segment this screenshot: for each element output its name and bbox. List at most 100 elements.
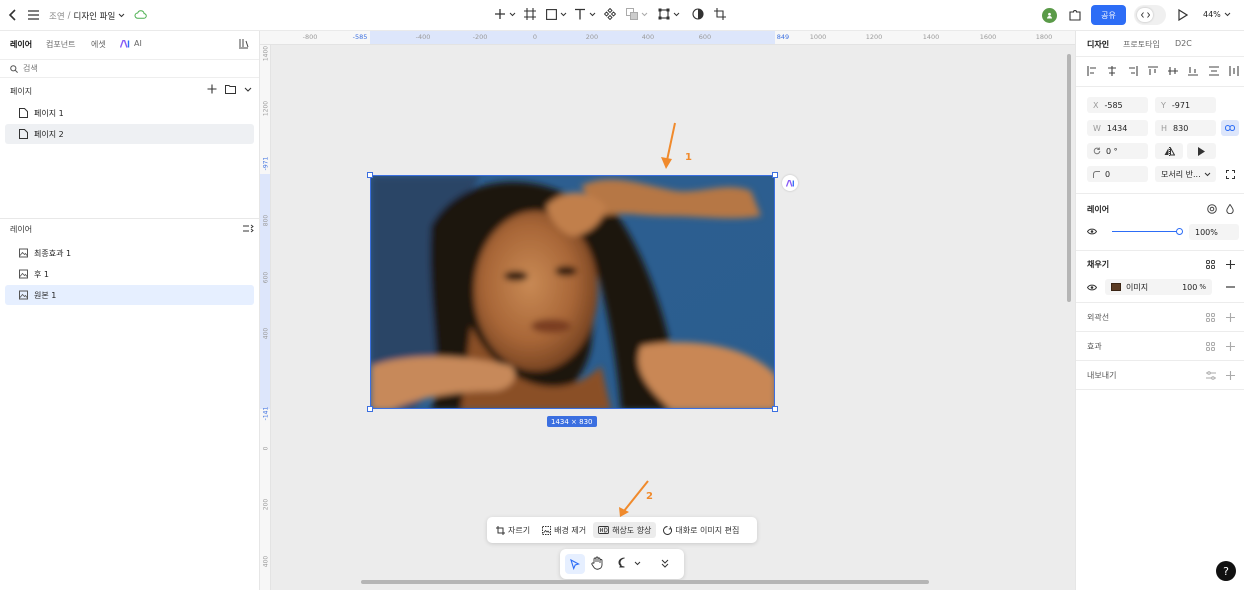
tab-design[interactable]: 디자인: [1087, 39, 1109, 50]
tab-layers[interactable]: 레이어: [10, 39, 32, 50]
remove-background-button[interactable]: 배경 제거: [537, 522, 591, 538]
y-field[interactable]: Y -971: [1155, 97, 1216, 113]
align-vertical-center-icon[interactable]: [1168, 66, 1179, 76]
back-chevron-icon[interactable]: [6, 8, 20, 22]
add-export-icon[interactable]: [1226, 371, 1235, 380]
flip-vertical-button[interactable]: [1187, 143, 1216, 159]
chat-edit-button[interactable]: 대화로 이미지 편집: [658, 522, 744, 538]
resize-handle[interactable]: [772, 172, 778, 178]
distribute-vertical-icon[interactable]: [1208, 66, 1219, 76]
x-field[interactable]: X -585: [1087, 97, 1148, 113]
canvas[interactable]: -800 -585 -400 -200 0 200 400 600 849 10…: [260, 31, 1075, 590]
chevron-down-icon[interactable]: [244, 86, 252, 96]
tab-components[interactable]: 컴포넌트: [46, 39, 75, 50]
resize-handle[interactable]: [367, 172, 373, 178]
ellipse-icon[interactable]: [692, 8, 714, 20]
height-field[interactable]: H 830: [1155, 120, 1216, 136]
flip-horizontal-button[interactable]: [1155, 143, 1183, 159]
tab-ai[interactable]: AI: [120, 39, 142, 48]
search-input[interactable]: [23, 64, 223, 73]
rotation-field[interactable]: 0 °: [1087, 143, 1148, 159]
page-item[interactable]: 페이지 2: [5, 124, 254, 144]
comment-tool-button[interactable]: [618, 557, 641, 569]
style-grid-icon[interactable]: [1206, 342, 1215, 351]
independent-corners-icon[interactable]: [1226, 170, 1235, 179]
text-tool-icon[interactable]: [574, 8, 604, 20]
add-fill-icon[interactable]: [1226, 260, 1235, 269]
eye-icon[interactable]: [1087, 228, 1097, 235]
blend-mode-icon[interactable]: [1207, 204, 1217, 214]
library-icon[interactable]: [238, 38, 249, 52]
eye-icon[interactable]: [1087, 284, 1097, 291]
search-bar[interactable]: [0, 59, 259, 78]
selected-image-frame[interactable]: [370, 175, 775, 409]
ai-edit-badge[interactable]: [782, 175, 798, 191]
page-label: 페이지 2: [34, 129, 64, 139]
boolean-icon[interactable]: [626, 8, 658, 20]
resize-handle[interactable]: [772, 406, 778, 412]
avatar[interactable]: [1042, 8, 1057, 23]
distribute-horizontal-icon[interactable]: [1229, 66, 1239, 76]
opacity-slider-thumb[interactable]: [1176, 228, 1183, 235]
tab-assets[interactable]: 에셋: [91, 39, 106, 50]
style-grid-icon[interactable]: [1206, 313, 1215, 322]
layer-item-selected[interactable]: 원본 1: [5, 285, 254, 305]
corner-radius-field[interactable]: 0: [1087, 166, 1148, 182]
folder-icon[interactable]: [225, 84, 236, 97]
component-icon[interactable]: [604, 8, 626, 20]
add-stroke-icon[interactable]: [1226, 313, 1235, 322]
horizontal-scrollbar[interactable]: [361, 580, 929, 584]
page-item[interactable]: 페이지 1: [5, 103, 254, 123]
constrain-proportions-button[interactable]: [1221, 120, 1239, 136]
layer-section-title: 레이어: [1087, 205, 1110, 214]
crop-button[interactable]: 자르기: [491, 522, 535, 538]
play-icon[interactable]: [1176, 8, 1190, 22]
add-page-icon[interactable]: [207, 84, 217, 97]
upscale-button[interactable]: 해상도 향상: [593, 522, 657, 538]
share-button[interactable]: 공유: [1091, 5, 1126, 25]
ruler-tick: 1200: [262, 100, 270, 117]
align-left-icon[interactable]: [1087, 66, 1097, 76]
remove-background-icon: [542, 525, 552, 535]
breadcrumb-parent[interactable]: 조연: [49, 10, 65, 22]
style-grid-icon[interactable]: [1206, 260, 1215, 269]
layer-item[interactable]: 후 1: [5, 264, 254, 284]
layer-item[interactable]: 최종효과 1: [5, 243, 254, 263]
opacity-field[interactable]: 100%: [1189, 224, 1239, 240]
crop-icon[interactable]: [714, 8, 736, 20]
rectangle-tool-icon[interactable]: [546, 8, 574, 20]
move-tool-button[interactable]: [565, 554, 585, 574]
menu-icon[interactable]: [27, 8, 39, 22]
mask-icon[interactable]: [658, 8, 692, 20]
ruler-tick: 400: [262, 327, 270, 340]
remove-fill-icon[interactable]: [1226, 286, 1235, 288]
ruler-tick: 200: [262, 498, 270, 511]
vertical-scrollbar[interactable]: [1067, 54, 1071, 302]
collapse-icon[interactable]: [243, 224, 254, 236]
opacity-drop-icon[interactable]: [1226, 204, 1234, 214]
chevron-down-icon[interactable]: [118, 11, 125, 21]
layer-label: 후 1: [34, 269, 49, 279]
plugin-icon[interactable]: [1068, 8, 1082, 22]
align-top-icon[interactable]: [1147, 66, 1158, 76]
corner-mode-select[interactable]: 모서리 반...: [1155, 166, 1216, 182]
tab-prototype[interactable]: 프로토타입: [1123, 39, 1160, 50]
help-button[interactable]: ?: [1216, 561, 1236, 581]
fill-image-row[interactable]: 이미지 100%: [1105, 279, 1212, 295]
add-icon[interactable]: [494, 8, 524, 20]
align-horizontal-center-icon[interactable]: [1107, 66, 1117, 76]
more-tools-button[interactable]: [661, 559, 669, 571]
resize-handle[interactable]: [367, 406, 373, 412]
zoom-control[interactable]: 44%: [1203, 10, 1231, 19]
align-bottom-icon[interactable]: [1188, 66, 1199, 76]
add-effect-icon[interactable]: [1226, 342, 1235, 351]
dev-mode-toggle[interactable]: [1134, 5, 1166, 25]
export-settings-icon[interactable]: [1206, 371, 1216, 380]
opacity-slider-track[interactable]: [1112, 231, 1180, 232]
tab-d2c[interactable]: D2C: [1175, 39, 1192, 48]
frame-tool-icon[interactable]: [524, 8, 546, 20]
width-field[interactable]: W 1434: [1087, 120, 1148, 136]
hand-tool-button[interactable]: [591, 556, 604, 573]
file-name[interactable]: 디자인 파일: [74, 10, 116, 22]
align-right-icon[interactable]: [1128, 66, 1138, 76]
